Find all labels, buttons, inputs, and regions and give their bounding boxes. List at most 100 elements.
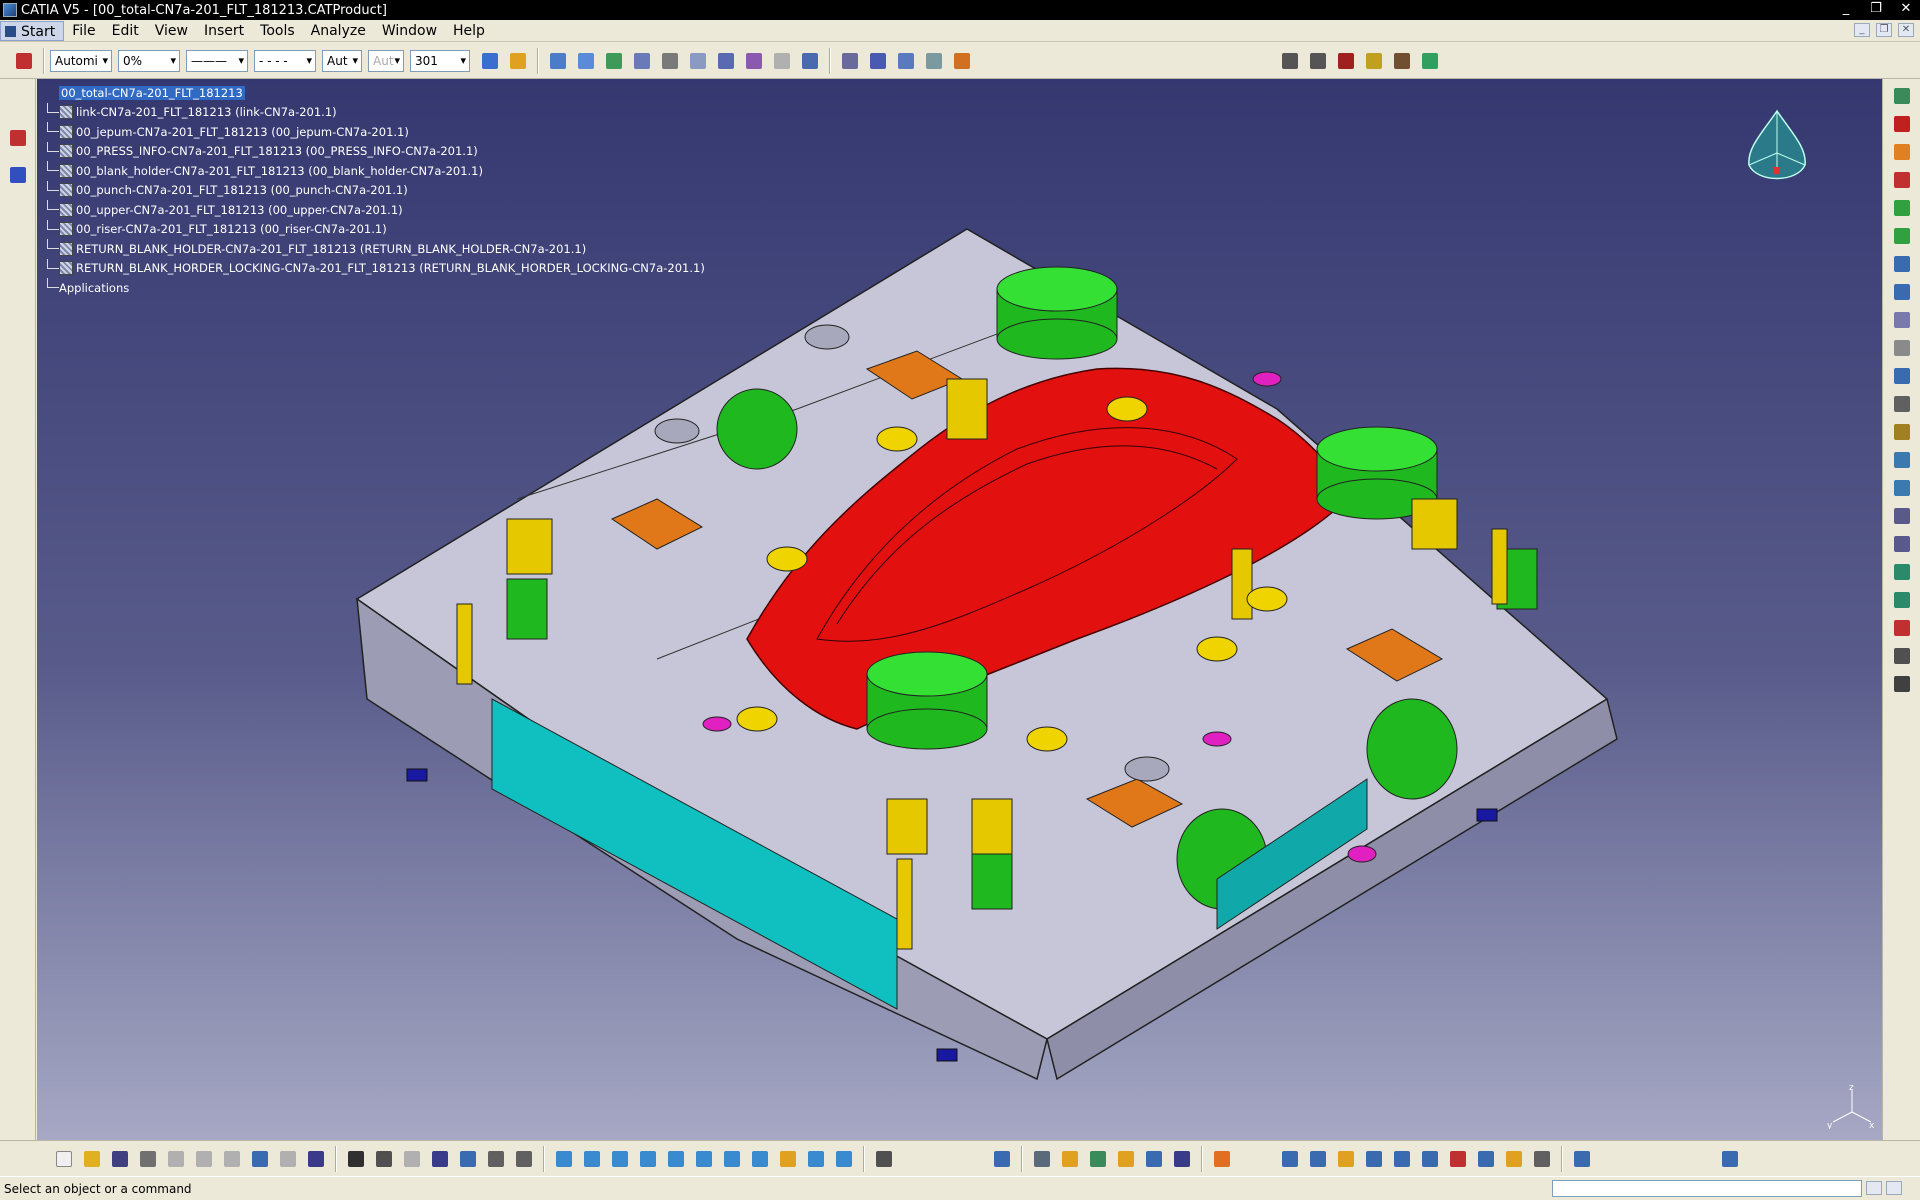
3d-viewport[interactable]: 00_total-CN7a-201_FLT_181213 link-CN7a-2… bbox=[37, 79, 1882, 1140]
paste-icon[interactable] bbox=[221, 1148, 243, 1170]
menu-view[interactable]: View bbox=[147, 21, 196, 41]
green-cylinder[interactable] bbox=[996, 266, 1118, 360]
export-icon[interactable] bbox=[1363, 1148, 1385, 1170]
doc-restore-button[interactable]: ❐ bbox=[1876, 23, 1892, 37]
grid-icon[interactable] bbox=[771, 50, 793, 72]
filter-icon[interactable] bbox=[687, 50, 709, 72]
layer-filter-icon[interactable] bbox=[7, 164, 29, 186]
iso-view-icon[interactable] bbox=[721, 1148, 743, 1170]
list-icon[interactable] bbox=[1475, 1148, 1497, 1170]
lasso-icon[interactable] bbox=[895, 50, 917, 72]
save-icon[interactable] bbox=[1363, 50, 1385, 72]
product-icon[interactable] bbox=[13, 50, 35, 72]
tree-node-label[interactable]: 00_riser-CN7a-201_FLT_181213 (00_riser-C… bbox=[76, 222, 387, 236]
cube-icon[interactable] bbox=[1891, 449, 1913, 471]
product-insert-icon[interactable] bbox=[1891, 169, 1913, 191]
compass-widget[interactable] bbox=[1737, 103, 1817, 198]
bolt-report-icon[interactable] bbox=[1335, 50, 1357, 72]
minimize-button[interactable]: _ bbox=[1838, 1, 1854, 17]
green-cylinder[interactable] bbox=[866, 651, 988, 750]
menu-edit[interactable]: Edit bbox=[104, 21, 147, 41]
tree-node-label[interactable]: 00_PRESS_INFO-CN7a-201_FLT_181213 (00_PR… bbox=[76, 144, 478, 158]
tree-node[interactable]: 00_jepum-CN7a-201_FLT_181213 (00_jepum-C… bbox=[45, 122, 705, 142]
tree-node[interactable]: 00_blank_holder-CN7a-201_FLT_181213 (00_… bbox=[45, 161, 705, 181]
swatch-icon[interactable] bbox=[951, 50, 973, 72]
layer-select[interactable]: Aut bbox=[322, 49, 362, 72]
tree-root-row[interactable]: 00_total-CN7a-201_FLT_181213 bbox=[45, 83, 705, 103]
power-input[interactable] bbox=[1552, 1180, 1862, 1197]
hand-icon[interactable] bbox=[513, 1148, 535, 1170]
render-icon[interactable] bbox=[749, 1148, 771, 1170]
tree-node-label[interactable]: 00_punch-CN7a-201_FLT_181213 (00_punch-C… bbox=[76, 183, 408, 197]
check-icon[interactable] bbox=[1391, 1148, 1413, 1170]
lock-icon[interactable] bbox=[1891, 421, 1913, 443]
cog-icon[interactable] bbox=[1031, 1148, 1053, 1170]
wave-icon[interactable] bbox=[1087, 1148, 1109, 1170]
link-icon[interactable] bbox=[715, 50, 737, 72]
compass-icon[interactable] bbox=[7, 127, 29, 149]
linetype-select[interactable]: ——— bbox=[186, 49, 248, 72]
grid-icon[interactable] bbox=[1211, 1148, 1233, 1170]
render-icon[interactable] bbox=[1891, 589, 1913, 611]
doc-close-button[interactable]: ✕ bbox=[1898, 23, 1914, 37]
transparency-select[interactable]: 0% bbox=[118, 49, 180, 72]
tree-node[interactable]: 00_punch-CN7a-201_FLT_181213 (00_punch-C… bbox=[45, 180, 705, 201]
copy-icon[interactable] bbox=[193, 1148, 215, 1170]
gear-icon[interactable] bbox=[1891, 85, 1913, 107]
tree-node[interactable]: RETURN_BLANK_HOLDER-CN7a-201_FLT_181213 … bbox=[45, 239, 705, 259]
select-icon[interactable] bbox=[1891, 141, 1913, 163]
align-icon[interactable] bbox=[873, 1148, 895, 1170]
section-icon[interactable] bbox=[1891, 477, 1913, 499]
sheet-icon[interactable] bbox=[833, 1148, 855, 1170]
tree-root-label[interactable]: 00_total-CN7a-201_FLT_181213 bbox=[59, 85, 245, 100]
color-select[interactable]: Automi bbox=[50, 49, 112, 72]
swap-icon[interactable] bbox=[805, 1148, 827, 1170]
assembly-icon[interactable] bbox=[1171, 1148, 1193, 1170]
formula-icon[interactable] bbox=[345, 1148, 367, 1170]
fly-icon[interactable] bbox=[401, 1148, 423, 1170]
graph-icon[interactable] bbox=[1891, 281, 1913, 303]
tree-node[interactable]: link-CN7a-201_FLT_181213 (link-CN7a-201.… bbox=[45, 102, 705, 123]
fit-all-icon[interactable] bbox=[553, 1148, 575, 1170]
molecule-icon[interactable] bbox=[1891, 645, 1913, 667]
edit-icon[interactable] bbox=[1419, 1148, 1441, 1170]
menu-file[interactable]: File bbox=[64, 21, 103, 41]
cut-icon[interactable] bbox=[165, 1148, 187, 1170]
table-icon[interactable] bbox=[429, 1148, 451, 1170]
normal-view-icon[interactable] bbox=[693, 1148, 715, 1170]
bom2-icon[interactable] bbox=[1307, 50, 1329, 72]
menu-help[interactable]: Help bbox=[445, 21, 493, 41]
whats-this-icon[interactable] bbox=[305, 1148, 327, 1170]
menu-window[interactable]: Window bbox=[374, 21, 445, 41]
tree-node-label[interactable]: RETURN_BLANK_HOLDER-CN7a-201_FLT_181213 … bbox=[76, 242, 586, 256]
camera-icon[interactable] bbox=[1891, 673, 1913, 695]
eraser-icon[interactable] bbox=[1571, 1148, 1593, 1170]
manipulate-icon[interactable] bbox=[1891, 337, 1913, 359]
book-icon[interactable] bbox=[1391, 50, 1413, 72]
rotate-icon[interactable] bbox=[609, 1148, 631, 1170]
net-icon[interactable] bbox=[1115, 1148, 1137, 1170]
gear-icon[interactable] bbox=[603, 50, 625, 72]
abc-icon[interactable] bbox=[867, 50, 889, 72]
open-icon[interactable] bbox=[81, 1148, 103, 1170]
drill-icon[interactable] bbox=[1059, 1148, 1081, 1170]
tree-node[interactable]: 00_PRESS_INFO-CN7a-201_FLT_181213 (00_PR… bbox=[45, 141, 705, 162]
layer-icon[interactable] bbox=[631, 50, 653, 72]
lock-icon[interactable] bbox=[485, 1148, 507, 1170]
bom-icon[interactable] bbox=[1279, 50, 1301, 72]
tree-icon[interactable] bbox=[1419, 50, 1441, 72]
table2-icon[interactable] bbox=[1503, 1148, 1525, 1170]
tree-node[interactable]: RETURN_BLANK_HORDER_LOCKING-CN7a-201_FLT… bbox=[45, 258, 705, 279]
tree-node-label[interactable]: Applications bbox=[59, 281, 129, 295]
tree-node-label[interactable]: 00_blank_holder-CN7a-201_FLT_181213 (00_… bbox=[76, 164, 483, 178]
pcs-icon[interactable] bbox=[1891, 113, 1913, 135]
menu-start[interactable]: Start bbox=[0, 20, 65, 41]
gear3-icon[interactable] bbox=[1335, 1148, 1357, 1170]
measure-icon[interactable] bbox=[839, 50, 861, 72]
new-icon[interactable] bbox=[53, 1148, 75, 1170]
maximize-button[interactable]: ❐ bbox=[1868, 1, 1884, 17]
generate-icon[interactable] bbox=[991, 1148, 1013, 1170]
component2-icon[interactable] bbox=[1891, 225, 1913, 247]
tree-icon[interactable] bbox=[457, 1148, 479, 1170]
tree-node-label[interactable]: RETURN_BLANK_HORDER_LOCKING-CN7a-201_FLT… bbox=[76, 261, 705, 275]
